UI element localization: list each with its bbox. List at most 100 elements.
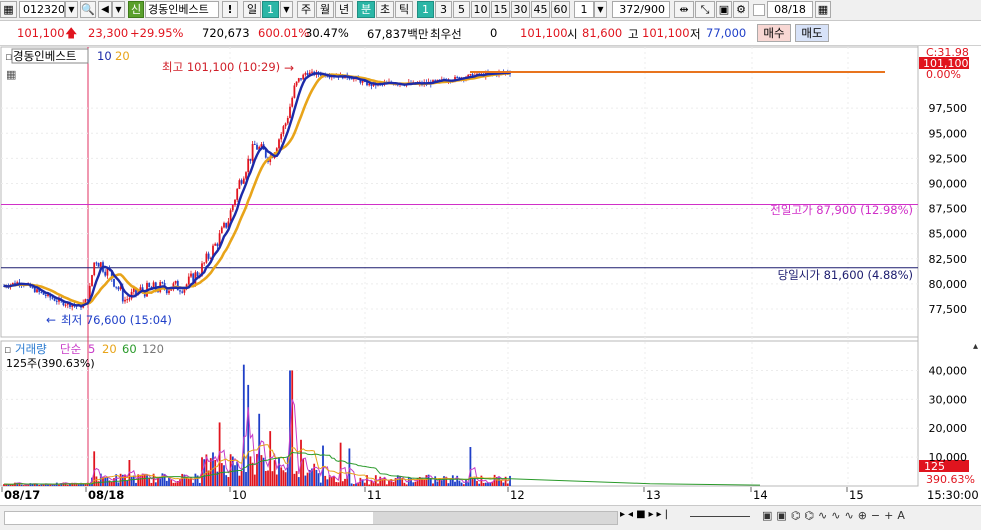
expand-icon[interactable]: ▴ [973,341,978,352]
best-bid-label: 최우선 [430,27,462,41]
period-dropdown-icon[interactable]: ▼ [280,1,293,18]
candle [311,71,313,73]
next-icon[interactable]: ▸ [649,509,657,520]
font-icon[interactable]: A [897,509,909,522]
calendar-icon[interactable]: ▦ [815,1,831,18]
buy-button[interactable]: 매수 [757,24,791,42]
zoom-out-icon[interactable]: − [871,509,884,522]
volume-bar [315,469,318,486]
candle [326,76,329,78]
tool3-icon[interactable]: ⌬ [791,509,805,522]
change-rate: +29.95% [130,26,184,40]
period-second[interactable]: 초 [376,1,394,18]
volume-bar [440,480,443,486]
period-year[interactable]: 년 [335,1,353,18]
zoom-slider[interactable] [690,516,750,517]
candle [286,117,289,124]
volume-bar [260,455,263,486]
prev-icon[interactable]: ▸ [620,509,628,520]
price-tick: 90,000 [929,177,968,190]
volume-bar [249,456,252,486]
volume-bar [154,482,157,486]
volume-bar [132,475,135,486]
volume-bar [143,474,146,486]
tool5-icon[interactable]: ∿ [818,509,831,522]
volume-bar [482,482,485,486]
tool4-icon[interactable]: ⌬ [804,509,818,522]
stock-name-field[interactable]: 경동인베스트 [145,1,219,18]
end-icon[interactable]: ▸| [657,509,671,520]
volume-bar [502,482,505,486]
alert-button[interactable]: ! [222,1,238,18]
chart-tools[interactable]: ▣▣⌬⌬∿∿∿⊕−+A [762,509,909,522]
period-day-count[interactable]: 1 [262,1,279,18]
volume-bar [163,473,166,486]
volume-bar [476,481,478,486]
volume-bar [324,475,327,486]
volume-bar [447,483,450,486]
draw-icon[interactable]: ⤡ [695,1,715,18]
stop-icon[interactable]: ■ [636,509,648,520]
grid-icon[interactable]: ▦ [0,1,17,18]
date-checkbox[interactable] [753,4,765,16]
interval-30[interactable]: 30 [511,1,530,18]
count-input[interactable]: 1 [574,1,594,18]
search-icon[interactable]: 🔍 [80,1,96,18]
candle [220,227,223,234]
speaker-dropdown-icon[interactable]: ▼ [112,1,125,18]
candle [84,299,87,303]
gear-icon[interactable]: ⚙ [733,1,749,18]
period-month[interactable]: 월 [316,1,334,18]
range-field[interactable]: 372/900 [612,1,670,18]
volume-bar [238,475,241,486]
zoom-in-icon[interactable]: + [884,509,897,522]
sell-button[interactable]: 매도 [795,24,829,42]
volume-bar [58,484,60,486]
time-tick: 10 [232,488,247,502]
open-price: 81,600 [582,26,623,40]
period-minute[interactable]: 분 [357,1,375,18]
interval-15[interactable]: 15 [491,1,510,18]
period-week[interactable]: 주 [297,1,315,18]
count-dropdown-icon[interactable]: ▼ [594,1,607,18]
volume-bar [284,472,287,486]
scroll-track[interactable] [4,511,618,525]
volume-bar [135,482,137,486]
interval-5[interactable]: 5 [453,1,470,18]
play-icon[interactable]: ◂ [628,509,636,520]
candle [93,262,96,276]
volume-bar [335,482,338,486]
speaker-icon[interactable]: ◀ [98,1,112,18]
tool7-icon[interactable]: ∿ [844,509,857,522]
price-legend: ▫ 경동인베스트 10 20 ▦ [5,48,130,81]
stock-code-input[interactable]: 012320 [19,1,65,18]
up-arrow-icon: 🡅 [65,26,78,40]
code-dropdown-icon[interactable]: ▼ [65,1,78,18]
interval-10[interactable]: 10 [471,1,490,18]
interval-3[interactable]: 3 [435,1,452,18]
tool2-icon[interactable]: ▣ [776,509,790,522]
volume-bar [385,484,388,486]
legend-vma120: 120 [142,342,164,356]
tool6-icon[interactable]: ∿ [831,509,844,522]
time-tick: 15:30:00 [927,488,979,502]
interval-1[interactable]: 1 [417,1,434,18]
tool8-icon[interactable]: ⊕ [858,509,871,522]
turnover-rate: 30.47% [305,26,349,40]
zoom-icon[interactable]: ⇹ [674,1,694,18]
candle [256,144,258,150]
save-icon[interactable]: ▣ [716,1,732,18]
volume-bar [82,484,85,486]
volume-bar [350,483,353,486]
table-icon[interactable]: ▦ [6,68,16,81]
period-day[interactable]: 일 [243,1,261,18]
tool1-icon[interactable]: ▣ [762,509,776,522]
interval-60[interactable]: 60 [551,1,570,18]
date-input[interactable]: 08/18 [767,1,813,18]
price-tick: 80,000 [929,278,968,291]
period-tick[interactable]: 틱 [395,1,413,18]
candle [289,106,291,118]
scroll-thumb[interactable] [373,512,617,524]
playback-controls[interactable]: ▸◂■▸▸| [620,509,671,520]
interval-45[interactable]: 45 [531,1,550,18]
